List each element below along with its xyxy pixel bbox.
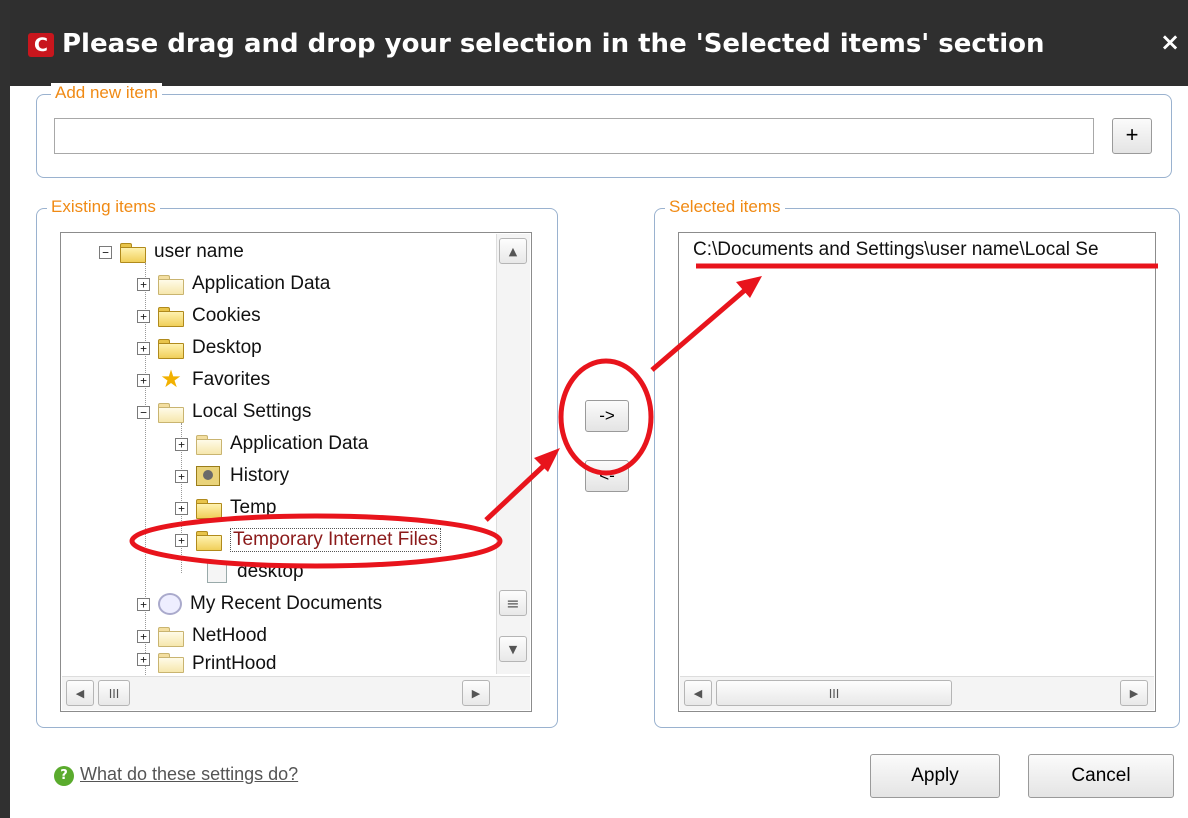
folder-icon (158, 653, 184, 673)
tree-node-label: Local Settings (192, 401, 312, 422)
scroll-left-icon[interactable]: ◀ (66, 680, 94, 706)
tree-node-label: My Recent Documents (190, 593, 383, 614)
folder-icon (158, 627, 184, 647)
new-item-input[interactable] (54, 118, 1094, 154)
expand-icon[interactable]: + (137, 597, 150, 611)
tree-node-local-settings[interactable]: − Local Settings (137, 397, 311, 427)
add-item-button[interactable]: + (1112, 118, 1152, 154)
tree-node-label: user name (154, 241, 244, 262)
tree-node-label: Temp (230, 497, 277, 518)
tree-node-label: desktop (237, 561, 304, 582)
expand-icon[interactable]: + (175, 533, 188, 547)
tree-horizontal-scrollbar[interactable]: ◀ III ▶ (62, 676, 530, 710)
tree-node-label: Desktop (192, 337, 262, 358)
folder-icon (196, 531, 222, 551)
window-left-border (0, 0, 10, 818)
folder-open-icon (158, 403, 184, 423)
help-link[interactable]: What do these settings do? (80, 764, 298, 785)
expand-icon[interactable]: + (175, 469, 188, 483)
scroll-thumb[interactable]: III (98, 680, 130, 706)
expand-icon[interactable]: + (137, 373, 150, 387)
expand-icon[interactable]: + (175, 437, 188, 451)
selected-items-legend: Selected items (665, 197, 785, 217)
tree-node-temporary-internet-files[interactable]: + Temporary Internet Files (175, 525, 441, 555)
tree-node-label: Application Data (230, 433, 369, 454)
dialog-title: Please drag and drop your selection in t… (62, 29, 1045, 59)
existing-items-tree[interactable]: − user name + Application Data + Cookies… (60, 232, 532, 712)
selected-items-list[interactable]: C:\Documents and Settings\user name\Loca… (678, 232, 1156, 712)
folder-icon (196, 499, 222, 519)
tree-node-application-data[interactable]: + Application Data (137, 269, 330, 299)
expand-icon[interactable]: + (137, 309, 150, 323)
cancel-button[interactable]: Cancel (1028, 754, 1174, 798)
scroll-right-icon[interactable]: ▶ (462, 680, 490, 706)
file-icon (207, 561, 227, 583)
help-icon: ? (54, 766, 74, 786)
folder-icon (158, 307, 184, 327)
tree-node-label: History (230, 465, 290, 486)
scroll-up-icon[interactable]: ▲ (499, 238, 527, 264)
folder-icon (158, 275, 184, 295)
tree-node-cookies[interactable]: + Cookies (137, 301, 261, 331)
tree-node-label: Application Data (192, 273, 331, 294)
expand-icon[interactable]: + (175, 501, 188, 515)
expand-icon[interactable]: + (137, 341, 150, 355)
star-icon: ★ (160, 366, 182, 393)
tree-vertical-scrollbar[interactable]: ▲ ≡ ▼ (496, 234, 530, 674)
expand-icon[interactable]: + (137, 277, 150, 291)
scroll-right-icon[interactable]: ▶ (1120, 680, 1148, 706)
add-to-selected-button[interactable]: -> (585, 400, 629, 432)
tree-node-nethood[interactable]: + NetHood (137, 621, 267, 651)
tree-node-printhood[interactable]: + PrintHood (137, 653, 277, 675)
tree-node-label: NetHood (192, 625, 267, 646)
selected-horizontal-scrollbar[interactable]: ◀ III ▶ (680, 676, 1154, 710)
expand-icon[interactable]: + (137, 629, 150, 643)
existing-items-legend: Existing items (47, 197, 160, 217)
folder-icon (196, 435, 222, 455)
collapse-icon[interactable]: − (137, 405, 150, 419)
apply-button[interactable]: Apply (870, 754, 1000, 798)
add-new-item-legend: Add new item (51, 83, 162, 103)
scroll-left-icon[interactable]: ◀ (684, 680, 712, 706)
scroll-thumb[interactable]: ≡ (499, 590, 527, 616)
tree-node-desktop[interactable]: + Desktop (137, 333, 262, 363)
scroll-thumb[interactable]: III (716, 680, 952, 706)
tree-node-history[interactable]: + History (175, 461, 289, 491)
history-icon (196, 466, 220, 486)
recent-documents-icon (158, 593, 182, 615)
close-icon[interactable]: × (1160, 28, 1180, 56)
tree-node-label: Cookies (192, 305, 261, 326)
tree-node-label: Temporary Internet Files (230, 528, 441, 552)
tree-node-temp[interactable]: + Temp (175, 493, 276, 523)
tree-node-label: PrintHood (192, 653, 277, 674)
title-bar: C Please drag and drop your selection in… (10, 0, 1188, 86)
tree-node-favorites[interactable]: + ★ Favorites (137, 365, 270, 395)
collapse-icon[interactable]: − (99, 245, 112, 259)
tree-node-label: Favorites (192, 369, 271, 390)
remove-from-selected-button[interactable]: <- (585, 460, 629, 492)
tree-node-my-recent-documents[interactable]: + My Recent Documents (137, 589, 382, 619)
expand-icon[interactable]: + (137, 653, 150, 666)
tree-node-local-application-data[interactable]: + Application Data (175, 429, 368, 459)
scroll-down-icon[interactable]: ▼ (499, 636, 527, 662)
tree-node-desktop-ini[interactable]: desktop (207, 557, 304, 587)
selected-item[interactable]: C:\Documents and Settings\user name\Loca… (693, 239, 1099, 261)
app-logo-icon: C (28, 33, 54, 57)
tree-node-user-name[interactable]: − user name (99, 237, 244, 267)
folder-icon (158, 339, 184, 359)
folder-open-icon (120, 243, 146, 263)
